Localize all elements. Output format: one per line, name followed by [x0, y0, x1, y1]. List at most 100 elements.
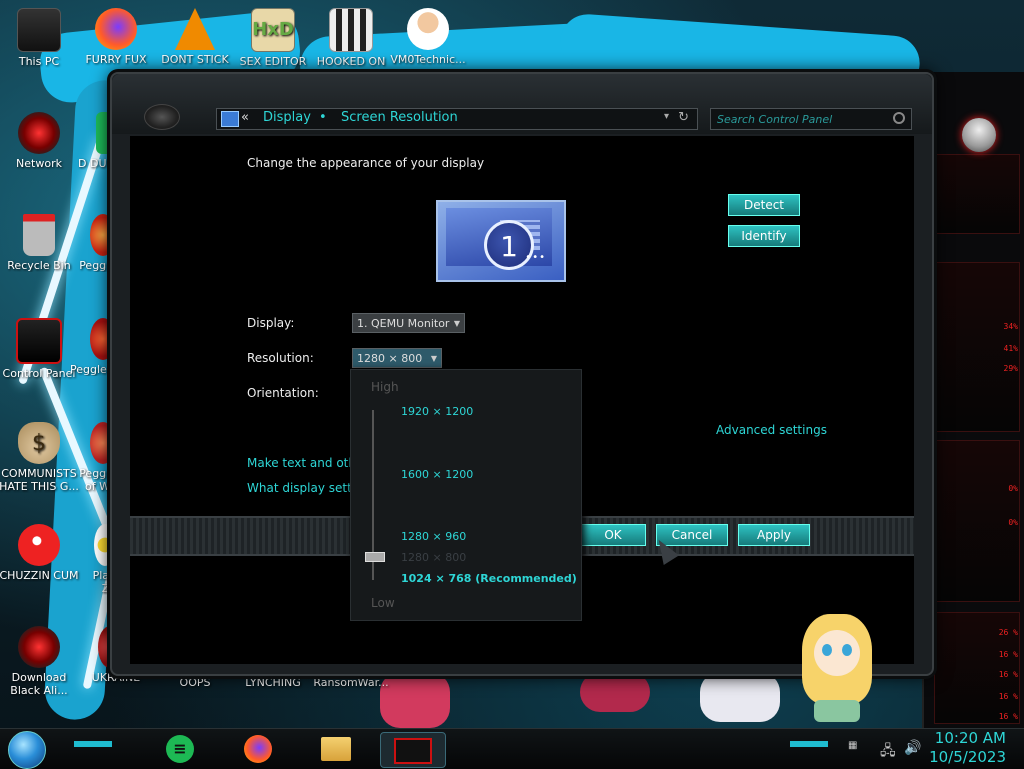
orientation-label: Orientation:	[247, 386, 319, 400]
taskbar-clock[interactable]: 10:20 AM 10/5/2023	[929, 729, 1006, 767]
clock-date: 10/5/2023	[929, 748, 1006, 766]
network-icon	[18, 112, 60, 154]
desktop-icon-recycle-bin[interactable]: Recycle Bin	[0, 214, 81, 272]
desktop-icon-dont-stick[interactable]: DONT STICK	[153, 8, 237, 66]
search-box[interactable]	[710, 108, 912, 130]
desktop-icon-vm0technic[interactable]: VM0Technic...	[386, 8, 470, 66]
breadcrumb-overflow[interactable]: «	[241, 110, 249, 125]
advanced-settings-link[interactable]: Advanced settings	[716, 423, 827, 437]
hud-value: 16 %	[998, 712, 1018, 721]
desktop-icon-communists[interactable]: $ COMMUNISTS HATE THIS G...	[0, 422, 81, 493]
desktop-icon-label: Recycle Bin	[7, 259, 71, 272]
desktop-icon-label: SEX EDITOR	[239, 55, 307, 68]
desktop-icon-label: FURRY FUX	[85, 53, 147, 66]
taskbar-file-explorer[interactable]	[316, 732, 356, 766]
control-panel-icon	[394, 738, 432, 764]
desktop-icon-label: Download Black Ali...	[10, 671, 68, 697]
desktop-icon-this-pc[interactable]: This PC	[0, 8, 81, 68]
slider-low-label: Low	[371, 596, 395, 610]
resolution-option[interactable]: 1920 × 1200	[401, 405, 473, 418]
display-label: Display:	[247, 316, 295, 330]
resolution-slider-thumb[interactable]	[365, 552, 385, 562]
chuzzle-icon	[18, 524, 60, 566]
resolution-option-current[interactable]: 1280 × 800	[401, 551, 466, 564]
hud-value: 26 %	[998, 628, 1018, 637]
chevron-down-icon: ▼	[453, 319, 460, 328]
address-bar[interactable]: « Display • Screen Resolution ▾ ↻	[216, 108, 698, 130]
desktop-icon-sex-editor[interactable]: HxD SEX EDITOR	[231, 8, 315, 68]
resolution-select[interactable]: 1280 × 800 ▼	[352, 348, 442, 368]
refresh-icon[interactable]: ↻	[678, 110, 689, 125]
desktop-icon-download-black-alien[interactable]: Download Black Ali...	[0, 626, 81, 697]
computer-icon	[17, 8, 61, 52]
taskbar: ≡ 🖧 🔊 ▦ 10:20 AM 10/5/2023	[0, 728, 1024, 769]
desktop-icon-label: VM0Technic...	[390, 53, 466, 66]
ok-button[interactable]: OK	[580, 524, 646, 546]
display-select-value: 1. QEMU Monitor	[357, 317, 450, 330]
monitor-screen: 1 •••	[446, 208, 552, 270]
resolution-option[interactable]: 1600 × 1200	[401, 468, 473, 481]
detect-button[interactable]: Detect	[728, 194, 800, 216]
dots-icon: •••	[525, 252, 546, 263]
desktop-icon-hooked-on[interactable]: HOOKED ON	[309, 8, 393, 68]
maze-icon	[329, 8, 373, 52]
desktop-icon-label: D DUM	[78, 157, 116, 170]
start-button[interactable]	[8, 731, 46, 769]
control-panel-icon	[221, 111, 239, 127]
firefox-icon	[95, 8, 137, 50]
hud-value: 29%	[1003, 364, 1018, 373]
desktop-icon-lynching[interactable]: LYNCHING	[231, 676, 315, 689]
file-explorer-icon	[321, 737, 351, 761]
cartoon-character-sticker	[792, 604, 882, 724]
desktop-icon-label: HOOKED ON	[316, 55, 386, 68]
control-panel-icon	[16, 318, 62, 364]
chevron-down-icon[interactable]: ▾	[664, 111, 669, 122]
desktop-icon-chuzzin-cum[interactable]: CHUZZIN CUM	[0, 524, 81, 582]
desktop-icon-label: This PC	[18, 55, 60, 68]
volume-icon[interactable]: 🔊	[904, 740, 921, 756]
taskbar-control-panel[interactable]	[380, 732, 446, 768]
desktop-icon-label: OOPS	[179, 676, 211, 689]
desktop-icon-label: Control Panel	[2, 367, 76, 380]
desktop-icon-label: DONT STICK	[161, 53, 229, 66]
desktop-icon-label: LYNCHING	[245, 676, 301, 689]
resolution-option-recommended[interactable]: 1024 × 768 (Recommended)	[401, 572, 577, 585]
taskbar-spotify[interactable]: ≡	[160, 732, 200, 766]
doctor-icon	[407, 8, 449, 50]
spotify-icon: ≡	[166, 735, 194, 763]
desktop-icon-d-dum[interactable]: D DUM	[60, 112, 116, 170]
resolution-label: Resolution:	[247, 351, 314, 365]
hud-value: 0%	[1008, 484, 1018, 493]
page-heading: Change the appearance of your display	[247, 156, 485, 170]
resolution-slider-popup[interactable]: High 1920 × 1200 1600 × 1200 1280 × 960 …	[350, 369, 582, 621]
identify-button[interactable]: Identify	[728, 225, 800, 247]
hud-value: 41%	[1003, 344, 1018, 353]
hud-value: 34%	[1003, 322, 1018, 331]
taskbar-firefox[interactable]	[238, 732, 278, 766]
apply-button[interactable]: Apply	[738, 524, 810, 546]
search-input[interactable]	[715, 110, 889, 128]
money-bag-icon: $	[18, 422, 60, 464]
resolution-option[interactable]: 1280 × 960	[401, 530, 466, 543]
back-forward-icon[interactable]	[144, 104, 180, 130]
hud-value: 16 %	[998, 692, 1018, 701]
display-select[interactable]: 1. QEMU Monitor ▼	[352, 313, 465, 333]
breadcrumb-screen-resolution[interactable]: Screen Resolution	[341, 110, 458, 125]
network-tray-icon[interactable]: 🖧	[880, 740, 896, 764]
breadcrumb-display[interactable]: Display	[263, 110, 311, 125]
desktop-icon-furry-fux[interactable]: FURRY FUX	[74, 8, 158, 66]
window-titlebar[interactable]: « Display • Screen Resolution ▾ ↻	[112, 74, 932, 134]
desktop-icon-ransomware[interactable]: RansomWar...	[309, 676, 393, 689]
hud-gadget: 34% 41% 29% 0% 0% 26 % 16 % 16 % 16 % 16…	[922, 72, 1024, 732]
hxd-editor-icon: HxD	[251, 8, 295, 52]
alien-head-icon	[962, 118, 996, 152]
monitor-preview[interactable]: 1 •••	[436, 200, 566, 282]
desktop-icon-label: RansomWar...	[313, 676, 389, 689]
slider-high-label: High	[371, 380, 399, 394]
desktop-icon-label: CHUZZIN CUM	[0, 569, 79, 582]
show-hidden-icons-icon[interactable]: ▦	[848, 740, 857, 751]
desktop-icon-oops[interactable]: OOPS	[153, 676, 237, 689]
search-icon[interactable]	[893, 112, 905, 124]
desktop-icon-control-panel[interactable]: Control Panel	[0, 318, 81, 380]
taskbar-decoration	[790, 741, 828, 747]
